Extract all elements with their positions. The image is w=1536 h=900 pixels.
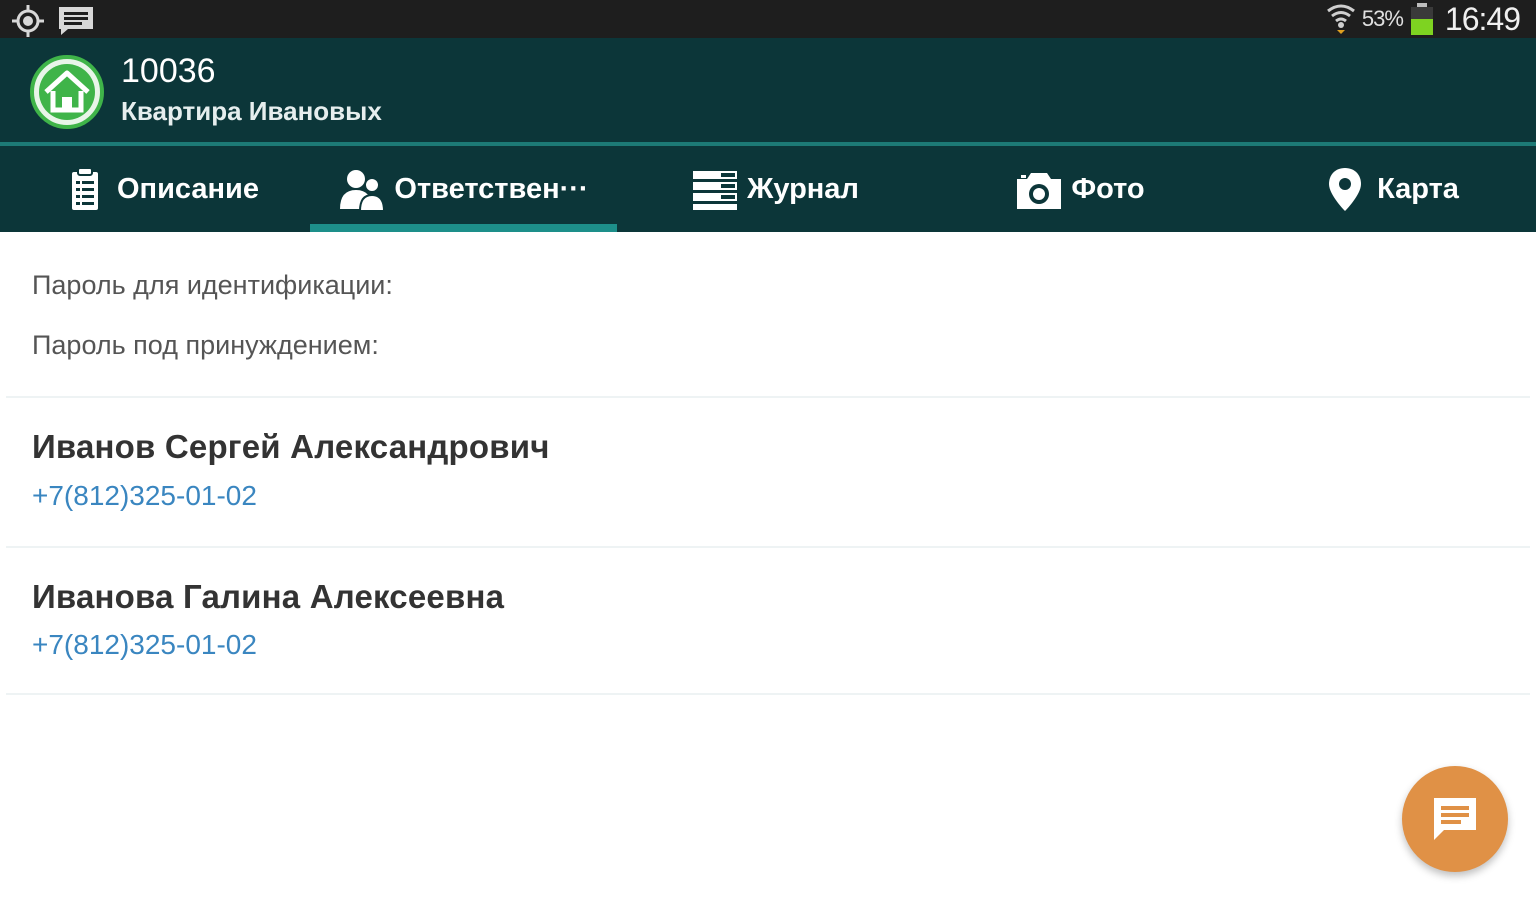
identification-password-label: Пароль для идентификации: <box>32 270 393 300</box>
divider <box>6 396 1530 398</box>
person-phone-link[interactable]: +7(812)325-01-02 <box>32 629 257 661</box>
chat-icon <box>1434 798 1476 840</box>
person-phone-link[interactable]: +7(812)325-01-02 <box>32 480 257 512</box>
home-icon[interactable] <box>30 55 104 129</box>
camera-icon <box>1017 173 1062 209</box>
tab-journal[interactable]: Журнал <box>660 146 890 232</box>
object-number: 10036 <box>121 52 216 90</box>
divider <box>6 546 1530 548</box>
tab-description-label: Описание <box>117 172 259 205</box>
tab-description[interactable]: Описание <box>40 146 280 232</box>
gps-icon <box>12 5 44 37</box>
tab-journal-label: Журнал <box>747 172 859 205</box>
person-name: Иванова Галина Алексеевна <box>32 578 505 615</box>
object-name: Квартира Ивановых <box>121 96 382 126</box>
battery-icon <box>1410 3 1433 35</box>
status-bar: 53% 16:49 <box>0 0 1536 38</box>
map-pin-icon <box>1329 168 1362 211</box>
tab-bar: Описание Ответствен··· Журнал Фото Карта <box>0 142 1536 232</box>
divider <box>6 693 1530 695</box>
status-clock: 16:49 <box>1444 0 1521 37</box>
wifi-icon <box>1326 4 1355 34</box>
tab-photo-label: Фото <box>1071 172 1145 205</box>
tab-responsible[interactable]: Ответствен··· <box>310 146 617 232</box>
duress-password-label: Пароль под принуждением: <box>32 330 379 360</box>
tab-map[interactable]: Карта <box>1300 146 1480 232</box>
message-notification-icon <box>59 7 93 35</box>
tab-responsible-label: Ответствен··· <box>394 172 589 205</box>
chat-fab-button[interactable] <box>1402 766 1508 872</box>
people-icon <box>340 170 386 212</box>
journal-list-icon <box>693 171 738 210</box>
battery-percent: 53% <box>1361 6 1404 31</box>
person-name: Иванов Сергей Александрович <box>32 428 550 465</box>
tab-map-label: Карта <box>1377 172 1459 205</box>
app-bar: 10036 Квартира Ивановых <box>0 38 1536 142</box>
clipboard-icon <box>72 167 98 210</box>
tab-photo[interactable]: Фото <box>985 146 1175 232</box>
